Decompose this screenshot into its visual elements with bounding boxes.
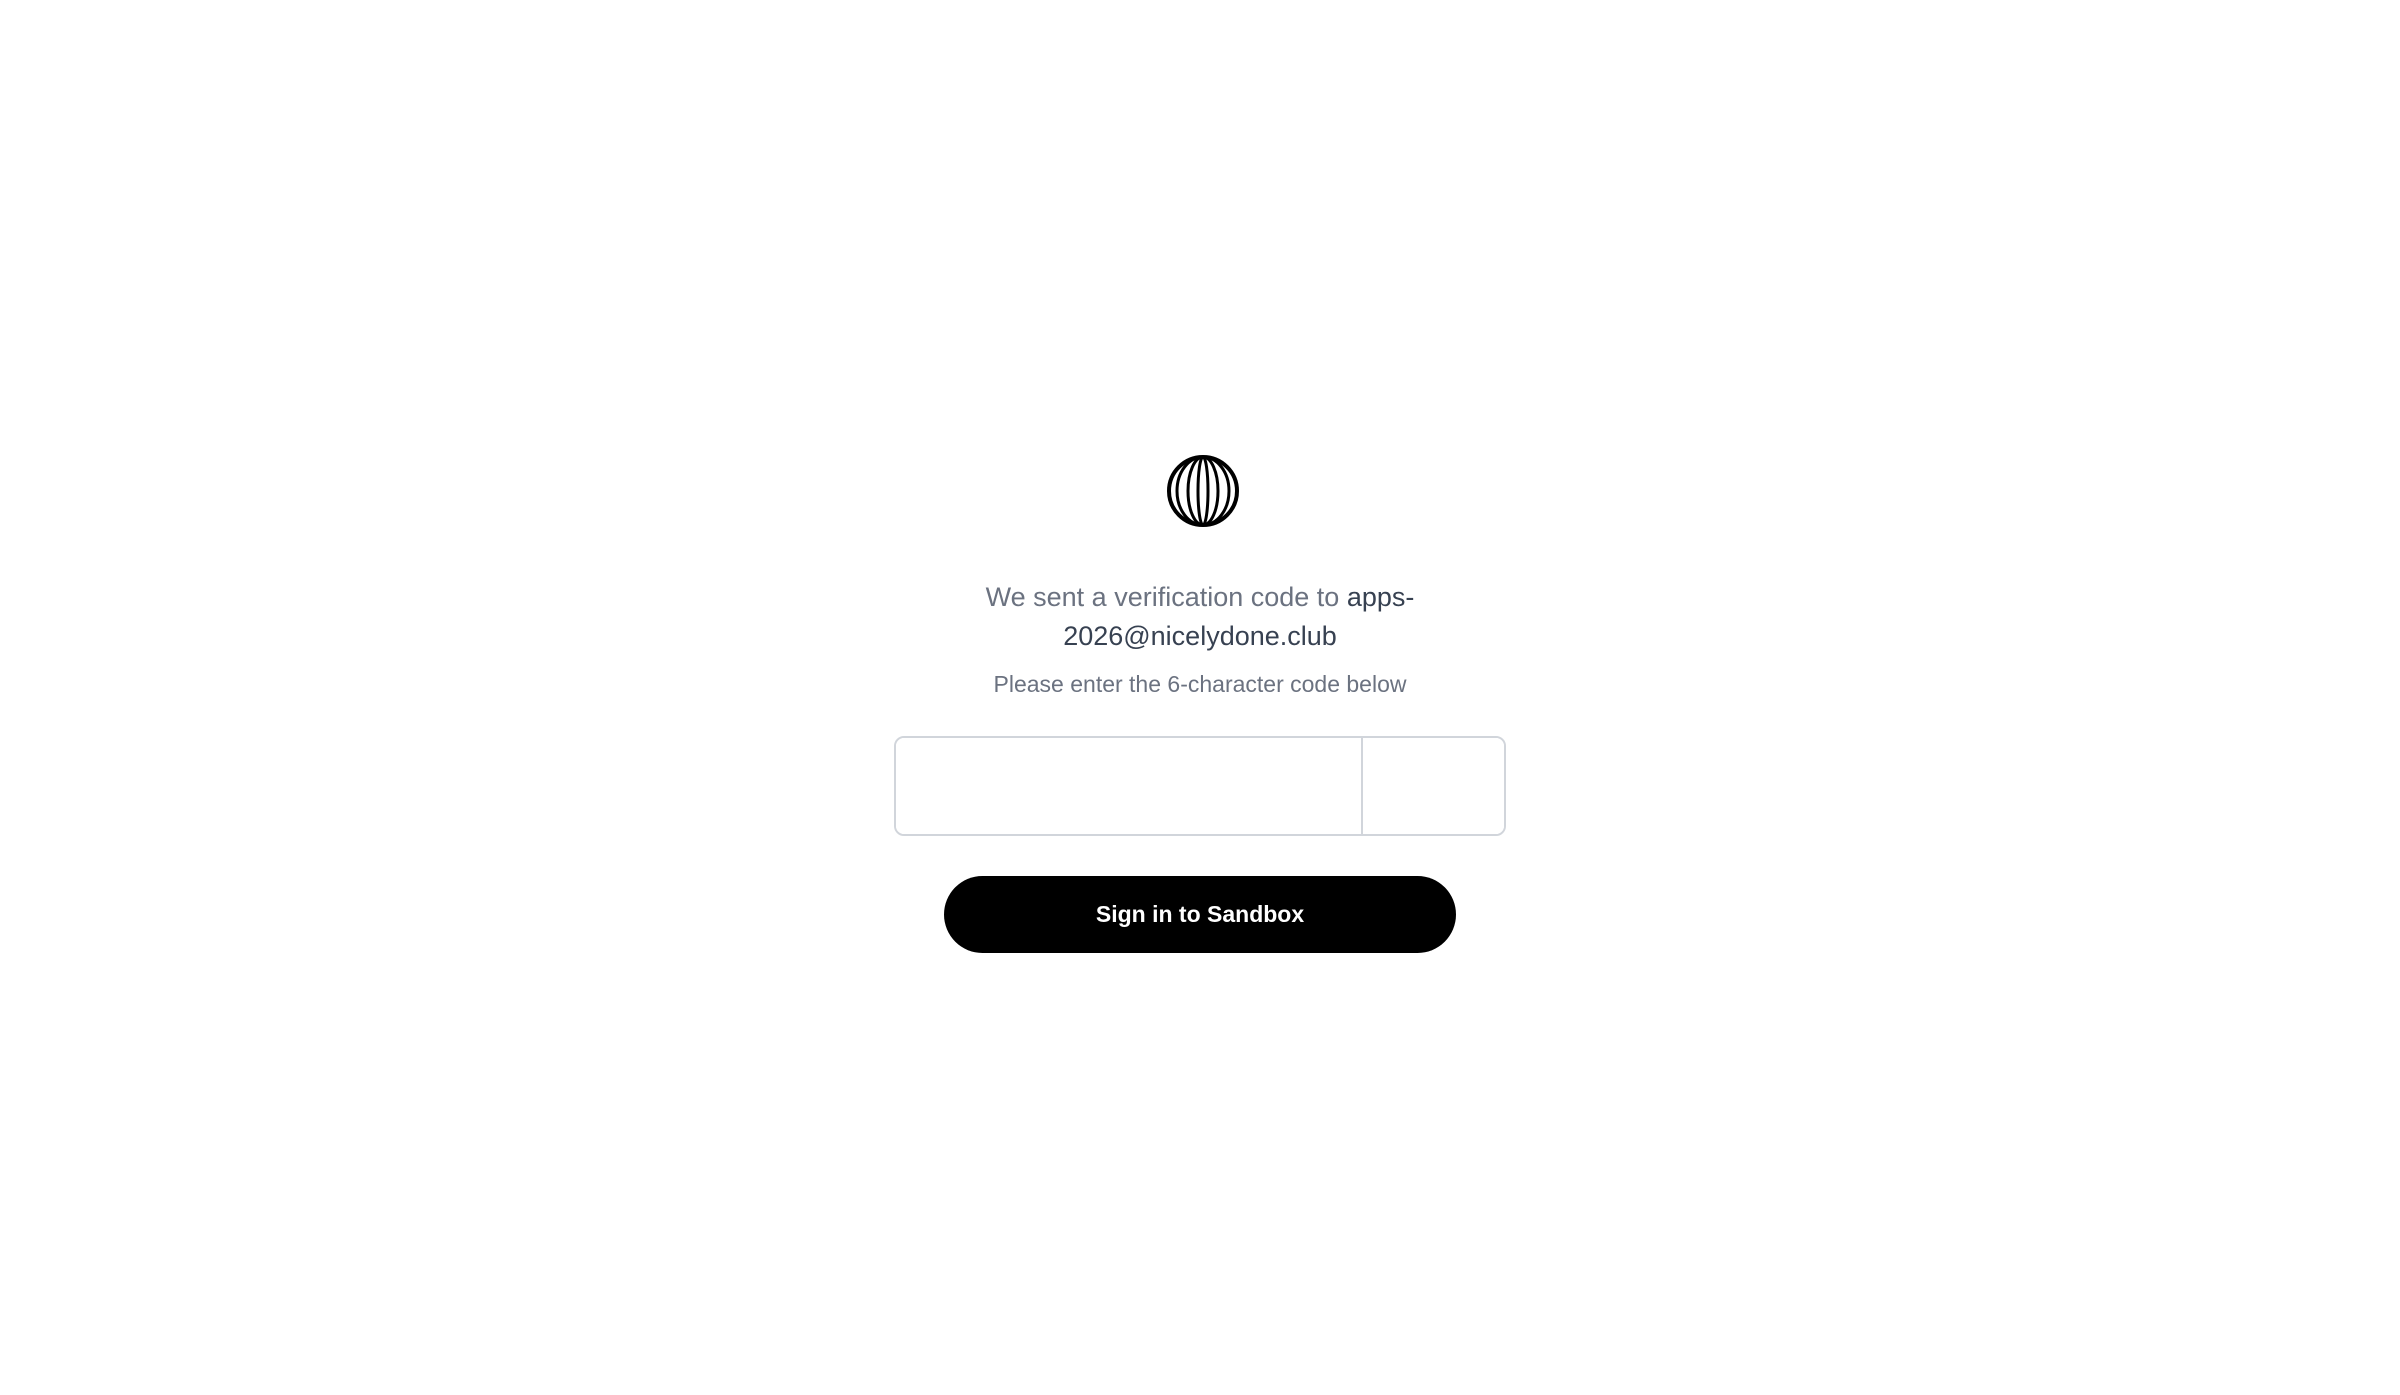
verification-code-input-group — [894, 736, 1506, 836]
sign-in-button[interactable]: Sign in to Sandbox — [944, 876, 1456, 953]
code-instruction: Please enter the 6-character code below — [993, 671, 1407, 697]
code-digit-1[interactable] — [896, 738, 1363, 834]
verification-message: We sent a verification code to apps-2026… — [960, 578, 1440, 656]
globe-lines-icon — [1167, 455, 1239, 527]
verification-page: We sent a verification code to apps-2026… — [0, 0, 2400, 1395]
app-logo — [1166, 454, 1240, 528]
verification-message-prefix: We sent a verification code to — [985, 582, 1347, 612]
code-digit-2[interactable] — [1363, 738, 1504, 834]
